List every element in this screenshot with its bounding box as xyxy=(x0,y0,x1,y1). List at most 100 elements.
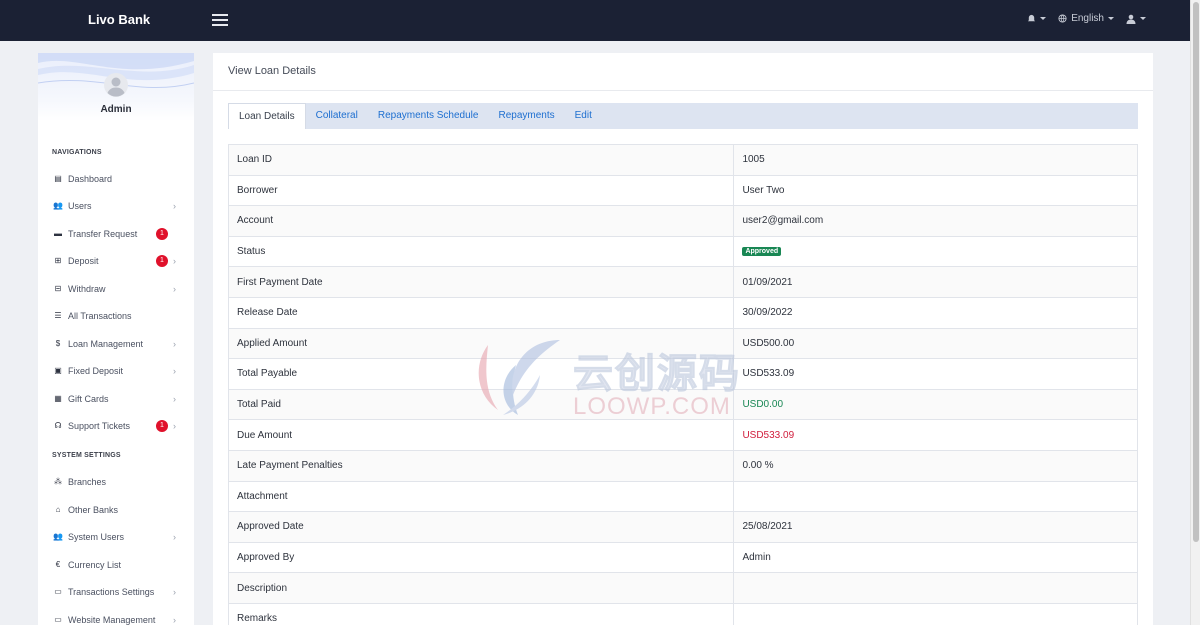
row-value-cell: Approved xyxy=(734,236,1138,267)
sidebar-item-gift-cards[interactable]: ▦ Gift Cards › xyxy=(38,388,194,410)
row-value: USD533.09 xyxy=(734,420,1138,450)
chevron-right-icon: › xyxy=(173,284,176,294)
row-label: Due Amount xyxy=(229,420,735,450)
row-label: Description xyxy=(229,573,735,603)
tab-repayments[interactable]: Repayments xyxy=(488,103,564,129)
avatar[interactable] xyxy=(104,73,128,97)
sidebar-item-system-users[interactable]: 👥 System Users › xyxy=(38,526,194,548)
tab-edit[interactable]: Edit xyxy=(565,103,602,129)
chevron-right-icon: › xyxy=(173,394,176,404)
sidebar-item-label: Deposit xyxy=(68,256,99,266)
row-value: 01/09/2021 xyxy=(734,267,1138,297)
row-value: 0.00 % xyxy=(734,450,1138,481)
chevron-right-icon: › xyxy=(173,339,176,349)
table-row: Status Approved xyxy=(229,236,1138,268)
tab-collateral[interactable]: Collateral xyxy=(306,103,368,129)
row-value: Admin xyxy=(734,542,1138,573)
row-label: Release Date xyxy=(229,297,735,328)
row-value: 25/08/2021 xyxy=(734,512,1138,542)
notifications-dropdown[interactable] xyxy=(1027,14,1047,23)
notification-badge: 1 xyxy=(156,228,168,240)
row-value xyxy=(734,603,1138,625)
page-title: View Loan Details xyxy=(213,53,1153,91)
sidebar-item-fixed-deposit[interactable]: ▣ Fixed Deposit › xyxy=(38,360,194,382)
row-value: User Two xyxy=(734,175,1138,206)
plus-square-icon: ⊞ xyxy=(54,256,62,265)
table-row: Attachment xyxy=(229,481,1138,513)
row-value: 30/09/2022 xyxy=(734,297,1138,328)
dollar-icon: $ xyxy=(55,339,61,348)
row-label: Loan ID xyxy=(229,145,735,175)
dashboard-icon: ▤ xyxy=(54,174,62,183)
bell-icon xyxy=(1028,14,1036,22)
chevron-right-icon: › xyxy=(173,201,176,211)
sidebar-item-all-transactions[interactable]: ☰ All Transactions xyxy=(38,305,194,327)
sidebar-item-label: Fixed Deposit xyxy=(68,366,124,376)
chevron-right-icon: › xyxy=(173,256,176,266)
transfer-icon: ▬ xyxy=(54,229,62,238)
admin-name: Admin xyxy=(100,104,132,115)
menu-toggle-icon[interactable] xyxy=(212,14,228,26)
brand-logo[interactable]: Livo Bank xyxy=(88,12,150,27)
row-label: Borrower xyxy=(229,175,735,206)
sidebar-item-dashboard[interactable]: ▤ Dashboard xyxy=(38,168,194,190)
chevron-right-icon: › xyxy=(173,615,176,625)
table-row: Due Amount USD533.09 xyxy=(229,420,1138,451)
table-row: Account user2@gmail.com xyxy=(229,206,1138,237)
support-icon: ☊ xyxy=(54,421,62,430)
sidebar-item-website-management[interactable]: ▭ Website Management › xyxy=(38,609,194,625)
profile-panel: Admin xyxy=(38,53,194,121)
sidebar-item-currency-list[interactable]: € Currency List xyxy=(38,554,194,576)
top-navbar: Livo Bank English xyxy=(0,0,1190,41)
status-badge: Approved xyxy=(742,247,782,257)
row-value: USD500.00 xyxy=(734,328,1138,359)
sidebar-item-loan-management[interactable]: $ Loan Management › xyxy=(38,333,194,355)
sidebar-item-support-tickets[interactable]: ☊ Support Tickets 1 › xyxy=(38,415,194,437)
sidebar-item-label: Support Tickets xyxy=(68,421,131,431)
tab-bar: Loan Details Collateral Repayments Sched… xyxy=(228,103,1138,129)
sidebar-item-label: Withdraw xyxy=(68,284,106,294)
tab-loan-details[interactable]: Loan Details xyxy=(228,103,306,129)
sidebar: Admin NAVIGATIONS ▤ Dashboard 👥 Users › … xyxy=(38,53,194,625)
notification-badge: 1 xyxy=(156,255,168,267)
chevron-right-icon: › xyxy=(173,532,176,542)
row-label: Attachment xyxy=(229,481,735,512)
sidebar-item-label: Website Management xyxy=(68,615,156,625)
row-label: Approved By xyxy=(229,542,735,573)
row-value: user2@gmail.com xyxy=(734,206,1138,236)
table-row: First Payment Date 01/09/2021 xyxy=(229,267,1138,298)
section-title-navigations: NAVIGATIONS xyxy=(52,149,102,156)
row-label: Approved Date xyxy=(229,512,735,542)
table-row: Late Payment Penalties 0.00 % xyxy=(229,450,1138,482)
row-label: Late Payment Penalties xyxy=(229,450,735,481)
page-scrollbar[interactable] xyxy=(1190,0,1200,625)
table-row: Remarks xyxy=(229,603,1138,625)
chevron-right-icon: › xyxy=(173,366,176,376)
row-label: Status xyxy=(229,236,735,267)
sidebar-item-other-banks[interactable]: ⌂ Other Banks xyxy=(38,499,194,521)
sidebar-item-transfer-request[interactable]: ▬ Transfer Request 1 xyxy=(38,223,194,245)
sidebar-item-withdraw[interactable]: ⊟ Withdraw › xyxy=(38,278,194,300)
tab-repayments-schedule[interactable]: Repayments Schedule xyxy=(368,103,489,129)
sidebar-item-branches[interactable]: ⁂ Branches xyxy=(38,471,194,493)
row-label: Applied Amount xyxy=(229,328,735,359)
loan-details-card: View Loan Details Loan Details Collatera… xyxy=(213,53,1153,625)
users-icon: 👥 xyxy=(53,201,63,210)
euro-icon: € xyxy=(55,560,61,569)
sidebar-item-label: Dashboard xyxy=(68,174,113,184)
row-value xyxy=(734,481,1138,512)
sidebar-item-users[interactable]: 👥 Users › xyxy=(38,195,194,217)
sidebar-item-label: Currency List xyxy=(68,560,122,570)
sidebar-item-label: Users xyxy=(68,201,92,211)
row-value: USD0.00 xyxy=(734,389,1138,420)
notification-badge: 1 xyxy=(156,420,168,432)
sidebar-item-transactions-settings[interactable]: ▭ Transactions Settings › xyxy=(38,581,194,603)
minus-square-icon: ⊟ xyxy=(54,284,62,293)
table-row: Total Payable USD533.09 xyxy=(229,359,1138,390)
sidebar-item-label: Branches xyxy=(68,477,107,487)
language-dropdown[interactable]: English xyxy=(1058,13,1114,24)
user-dropdown[interactable] xyxy=(1126,14,1146,24)
row-label: Total Payable xyxy=(229,359,735,389)
sidebar-item-deposit[interactable]: ⊞ Deposit 1 › xyxy=(38,250,194,272)
table-row: Approved By Admin xyxy=(229,542,1138,574)
